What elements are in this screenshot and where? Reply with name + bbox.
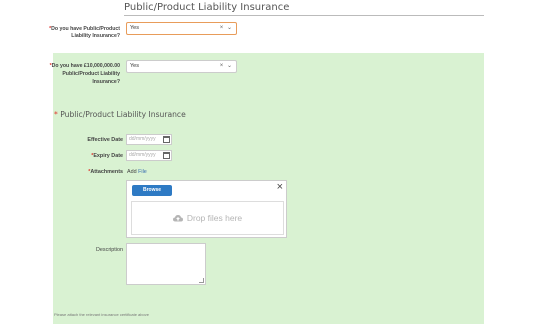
question1-label: *Do you have Public/Product Liability In…	[44, 26, 120, 40]
question1-select[interactable]: Yes × ⌄	[126, 22, 237, 35]
effective-date-label: Effective Date	[87, 137, 123, 143]
chevron-down-icon[interactable]: ⌄	[227, 25, 233, 31]
upload-dialog: Browse × Drop files here	[126, 180, 287, 238]
file-link[interactable]: File	[138, 169, 147, 175]
footer-note: Please attach the relevant insurance cer…	[54, 312, 149, 317]
browse-button[interactable]: Browse	[132, 185, 172, 196]
cloud-upload-icon	[172, 215, 183, 222]
subsection-title-text: Public/Product Liability Insurance	[60, 110, 186, 119]
effective-date-input[interactable]: dd/mm/yyyy	[126, 134, 172, 145]
add-text: Add	[127, 169, 137, 175]
attachments-label-text: Attachments	[90, 169, 123, 175]
calendar-icon[interactable]	[163, 152, 170, 159]
question2-text: Do you have £10,000,000.00 Public/Produc…	[51, 63, 120, 85]
add-file-link[interactable]: Add File	[127, 169, 147, 175]
expiry-date-label: *Expiry Date	[53, 153, 123, 159]
question1-value: Yes	[130, 25, 139, 31]
question2-select[interactable]: Yes × ⌄	[126, 60, 237, 73]
section-title: Public/Product Liability Insurance	[124, 2, 484, 16]
file-drop-zone[interactable]: Drop files here	[131, 201, 284, 235]
expiry-date-placeholder: dd/mm/yyyy	[129, 152, 156, 158]
expiry-date-label-text: Expiry Date	[93, 153, 123, 159]
required-mark: *	[54, 110, 58, 119]
question2-value: Yes	[130, 63, 139, 69]
clear-icon[interactable]: ×	[220, 25, 225, 31]
close-icon[interactable]: ×	[277, 181, 283, 193]
effective-date-placeholder: dd/mm/yyyy	[129, 136, 156, 142]
chevron-down-icon[interactable]: ⌄	[227, 63, 233, 69]
subsection-title: * Public/Product Liability Insurance	[54, 110, 186, 119]
description-label: Description	[96, 247, 123, 253]
calendar-icon[interactable]	[163, 136, 170, 143]
expiry-date-input[interactable]: dd/mm/yyyy	[126, 150, 172, 161]
drop-files-text: Drop files here	[186, 213, 243, 223]
attachments-label: *Attachments	[53, 169, 123, 175]
resize-handle[interactable]	[199, 278, 204, 283]
question1-text: Do you have Public/Product Liability Ins…	[51, 26, 120, 39]
clear-icon[interactable]: ×	[220, 63, 225, 69]
description-textarea[interactable]	[126, 243, 206, 285]
question2-label: *Do you have £10,000,000.00 Public/Produ…	[44, 62, 120, 86]
